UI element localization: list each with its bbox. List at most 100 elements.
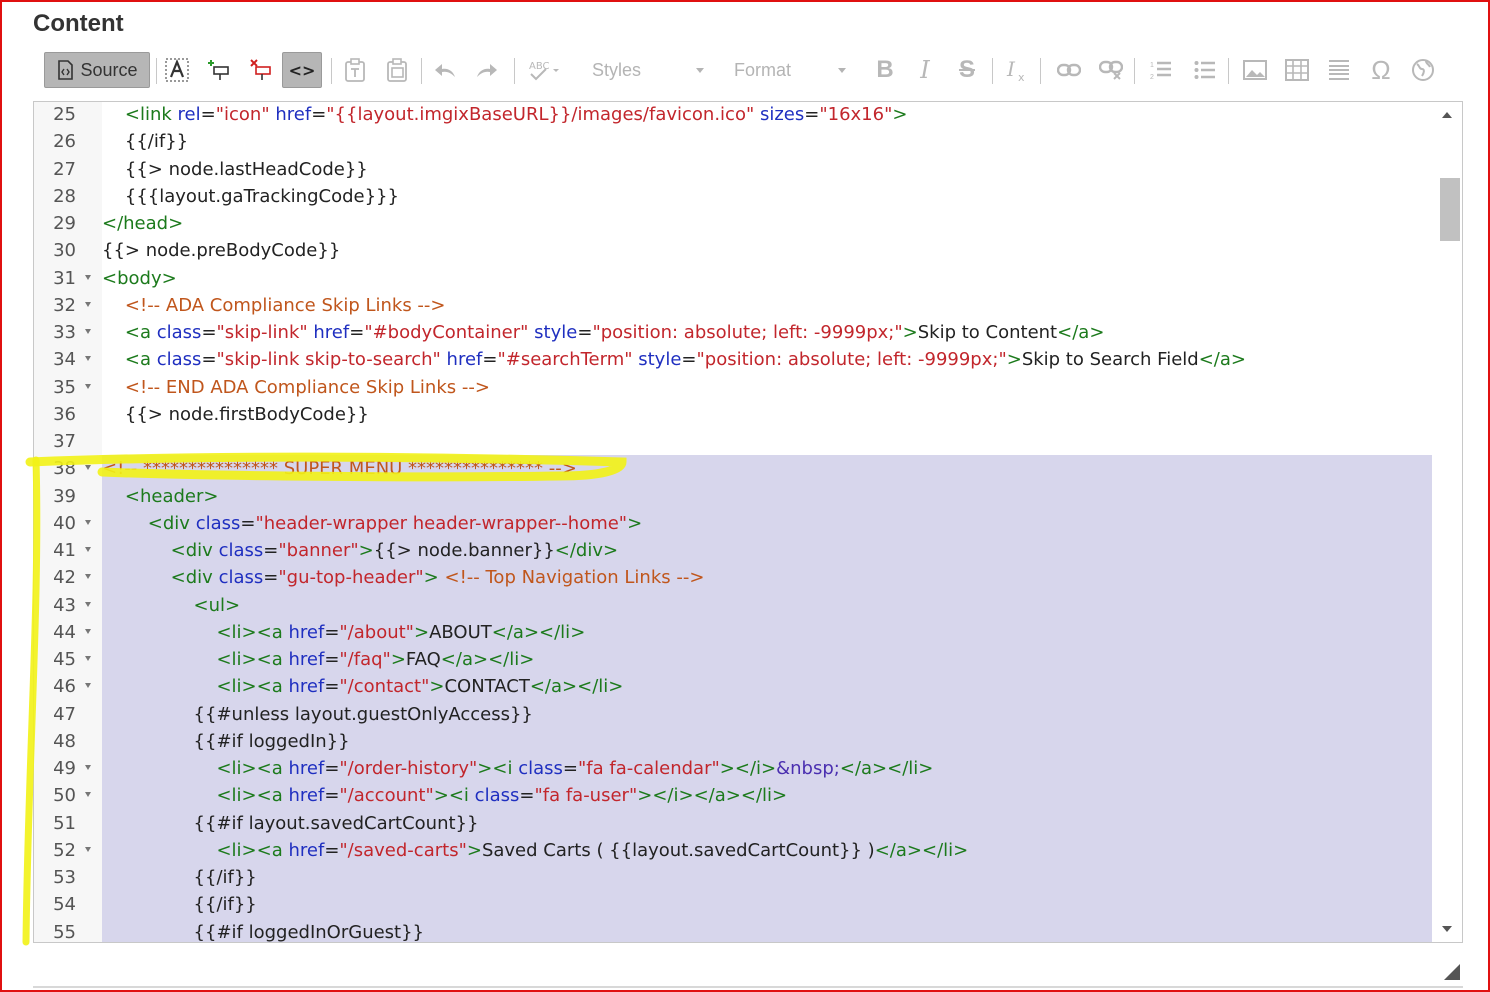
fold-arrow-icon[interactable] bbox=[85, 519, 91, 525]
code-line[interactable]: 36 {{> node.firstBodyCode}} bbox=[34, 401, 1434, 428]
spellcheck-button[interactable]: ABC bbox=[524, 52, 564, 88]
bulleted-list-button[interactable] bbox=[1190, 52, 1220, 88]
code-line[interactable]: 28 {{{layout.gaTrackingCode}}} bbox=[34, 183, 1434, 210]
unlink-button[interactable] bbox=[1096, 52, 1126, 88]
toolbar-separator bbox=[331, 58, 332, 84]
code-line[interactable]: 54 {{/if}} bbox=[34, 891, 1434, 918]
line-number: 49 bbox=[53, 758, 76, 779]
code-line[interactable]: 29 </head> bbox=[34, 210, 1434, 237]
code-line[interactable]: 33 <a class="skip-link" href="#bodyConta… bbox=[34, 319, 1434, 346]
line-number: 46 bbox=[53, 676, 76, 698]
strikethrough-button[interactable]: S bbox=[952, 52, 982, 88]
section-title: Content bbox=[33, 10, 124, 37]
fold-arrow-icon[interactable] bbox=[85, 383, 91, 389]
fold-arrow-icon[interactable] bbox=[85, 356, 91, 362]
fold-arrow-icon[interactable] bbox=[85, 656, 91, 661]
toolbar-separator bbox=[1228, 58, 1229, 84]
fold-arrow-icon[interactable] bbox=[85, 846, 91, 852]
numbered-list-button[interactable]: 12 bbox=[1146, 52, 1176, 88]
code-line[interactable]: 49 <li><a href="/order-history"><i class… bbox=[34, 755, 1434, 782]
toolbar-separator bbox=[421, 58, 422, 84]
code-line[interactable]: 41 <div class="banner">{{> node.banner}}… bbox=[34, 537, 1434, 564]
code-line[interactable]: 25 <link rel="icon" href="{{layout.imgix… bbox=[34, 102, 1434, 128]
paste-word-button[interactable] bbox=[382, 52, 412, 88]
code-text: <li><a href="/saved-carts">Saved Carts (… bbox=[216, 839, 969, 861]
svg-text:ABC: ABC bbox=[529, 61, 550, 72]
code-line[interactable]: 45 <li><a href="/faq">FAQ</a></li> bbox=[34, 646, 1434, 673]
fold-arrow-icon[interactable] bbox=[85, 465, 91, 471]
remove-format-button[interactable]: Ix bbox=[1002, 52, 1032, 88]
text-format-button[interactable] bbox=[162, 52, 192, 88]
source-label: Source bbox=[80, 59, 138, 80]
fold-arrow-icon[interactable] bbox=[85, 765, 91, 770]
code-line[interactable]: 35 <!-- END ADA Compliance Skip Links --… bbox=[34, 374, 1434, 401]
code-line[interactable]: 39 <header> bbox=[34, 483, 1434, 510]
code-line[interactable]: 26 {{/if}} bbox=[34, 128, 1434, 155]
insert-field-button[interactable] bbox=[204, 52, 234, 88]
image-button[interactable] bbox=[1240, 52, 1270, 88]
iframe-button[interactable] bbox=[1408, 52, 1438, 88]
fold-arrow-icon[interactable] bbox=[85, 601, 91, 607]
text-format-icon bbox=[165, 58, 189, 82]
code-line[interactable]: 43 <ul> bbox=[34, 592, 1434, 619]
code-text: {{> node.firstBodyCode}} bbox=[102, 403, 369, 425]
scrollbar-thumb[interactable] bbox=[1440, 178, 1460, 241]
editor-bottom-border bbox=[33, 986, 1463, 988]
code-line[interactable]: 53 {{/if}} bbox=[34, 864, 1434, 891]
fold-arrow-icon[interactable] bbox=[85, 301, 91, 307]
code-line[interactable]: 42 <div class="gu-top-header"> <!-- Top … bbox=[34, 564, 1434, 591]
code-line[interactable]: 44 <li><a href="/about">ABOUT</a></li> bbox=[34, 619, 1434, 646]
line-number: 42 bbox=[53, 567, 76, 589]
special-character-button[interactable]: Ω bbox=[1366, 52, 1396, 88]
fold-arrow-icon[interactable] bbox=[85, 628, 91, 634]
code-line[interactable]: 51 {{#if layout.savedCartCount}} bbox=[34, 810, 1434, 837]
fold-arrow-icon[interactable] bbox=[85, 683, 91, 689]
svg-text:1: 1 bbox=[1150, 62, 1154, 69]
code-line[interactable]: 46 <li><a href="/contact">CONTACT</a></l… bbox=[34, 673, 1434, 700]
styles-dropdown[interactable]: Styles bbox=[592, 52, 704, 88]
source-icon bbox=[56, 60, 74, 80]
code-line[interactable]: 40 <div class="header-wrapper header-wra… bbox=[34, 510, 1434, 537]
code-line[interactable]: 55 {{#if loggedInOrGuest}} bbox=[34, 919, 1434, 943]
code-text: <body> bbox=[102, 267, 177, 289]
source-code-editor[interactable]: 25 <link rel="icon" href="{{layout.imgix… bbox=[33, 101, 1463, 943]
remove-field-button[interactable] bbox=[246, 52, 276, 88]
code-line[interactable]: 34 <a class="skip-link skip-to-search" h… bbox=[34, 346, 1434, 373]
code-line[interactable]: 31 <body> bbox=[34, 265, 1434, 292]
code-line[interactable]: 32 <!-- ADA Compliance Skip Links --> bbox=[34, 292, 1434, 319]
code-line[interactable]: 50 <li><a href="/account"><i class="fa f… bbox=[34, 782, 1434, 809]
link-icon bbox=[1057, 63, 1081, 77]
line-number: 34 bbox=[53, 349, 76, 371]
code-line[interactable]: 48 {{#if loggedIn}} bbox=[34, 728, 1434, 755]
vertical-scrollbar[interactable] bbox=[1432, 102, 1462, 942]
format-dropdown[interactable]: Format bbox=[734, 52, 846, 88]
horizontal-rule-button[interactable] bbox=[1324, 52, 1354, 88]
format-label: Format bbox=[734, 59, 792, 80]
bold-button[interactable]: B bbox=[870, 52, 900, 88]
undo-button[interactable] bbox=[430, 52, 460, 88]
resize-handle-icon[interactable] bbox=[1444, 964, 1460, 980]
code-line[interactable]: 37 bbox=[34, 428, 1434, 455]
italic-button[interactable]: I bbox=[910, 52, 940, 88]
link-button[interactable] bbox=[1054, 52, 1084, 88]
code-line[interactable]: 30 {{> node.preBodyCode}} bbox=[34, 237, 1434, 264]
fold-arrow-icon[interactable] bbox=[85, 547, 91, 552]
code-text: <!-- ADA Compliance Skip Links --> bbox=[124, 294, 446, 316]
scroll-down-arrow-icon[interactable] bbox=[1442, 926, 1452, 932]
code-line[interactable]: 47 {{#unless layout.guestOnlyAccess}} bbox=[34, 701, 1434, 728]
scroll-up-arrow-icon[interactable] bbox=[1442, 112, 1452, 118]
redo-button[interactable] bbox=[472, 52, 502, 88]
paste-text-button[interactable] bbox=[340, 52, 370, 88]
code-text: <li><a href="/order-history"><i class="f… bbox=[216, 758, 934, 779]
code-line[interactable]: 52 <li><a href="/saved-carts">Saved Cart… bbox=[34, 837, 1434, 864]
code-line[interactable]: 27 {{> node.lastHeadCode}} bbox=[34, 156, 1434, 183]
fold-arrow-icon[interactable] bbox=[85, 274, 91, 280]
fold-arrow-icon[interactable] bbox=[85, 329, 91, 334]
fold-arrow-icon[interactable] bbox=[85, 574, 91, 580]
code-view-button[interactable]: <> bbox=[282, 52, 322, 88]
fold-arrow-icon[interactable] bbox=[85, 792, 91, 798]
table-button[interactable] bbox=[1282, 52, 1312, 88]
source-button[interactable]: Source bbox=[44, 52, 150, 88]
line-number: 50 bbox=[53, 785, 76, 807]
code-line[interactable]: 38 <!-- *************** SUPER MENU ******… bbox=[34, 455, 1434, 482]
